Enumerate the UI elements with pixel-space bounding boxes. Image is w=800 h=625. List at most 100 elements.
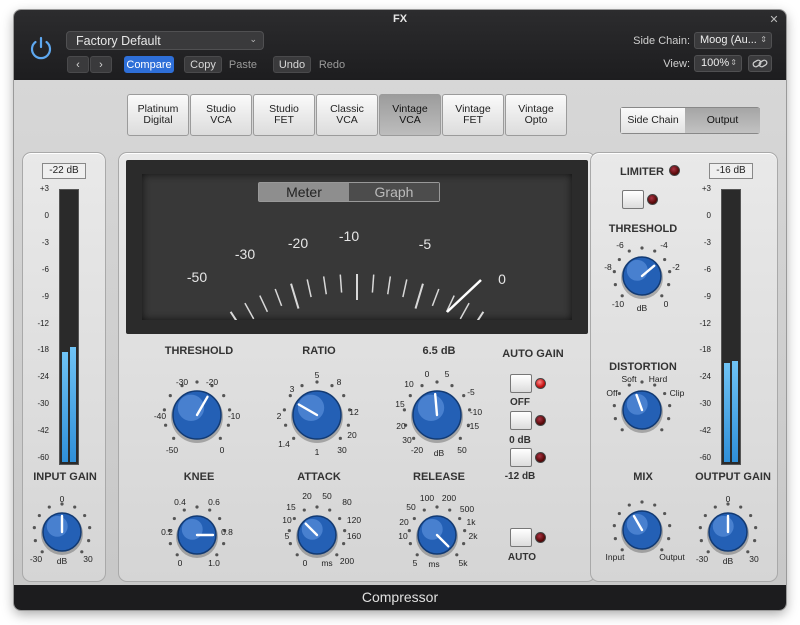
circuit-type-button[interactable]: Studio VCA xyxy=(190,94,252,136)
knob-scale-dot xyxy=(412,516,416,521)
knob-tick-label: Hard xyxy=(649,374,668,384)
knob-scale-dot xyxy=(182,508,186,512)
vu-scale-tick xyxy=(431,288,440,307)
plugin-name: Compressor xyxy=(361,589,439,605)
knob-scale-dot xyxy=(412,436,416,440)
knob-scale-dot xyxy=(73,505,77,509)
sidechain-menu[interactable]: Moog (Au... ⇕ xyxy=(694,32,772,49)
knob-scale-dot xyxy=(458,516,462,521)
release-knob[interactable]: 100 200 50 500 20 1k 10 2k 5 ms 5k xyxy=(372,480,502,590)
input-meter-bar-right xyxy=(70,346,76,462)
meter-scale-tick: 0 xyxy=(44,210,49,220)
knob-scale-dot xyxy=(175,553,179,557)
attack-knob[interactable]: 20 50 80 15 120 10 160 5 200 0 ms xyxy=(252,480,382,590)
redo-button[interactable]: Redo xyxy=(313,56,351,73)
plugin-window: FX ✕ Factory Default ⌄ ‹ › Compare Copy … xyxy=(14,10,786,610)
next-preset-button[interactable]: › xyxy=(90,56,112,73)
input-gain-knob[interactable]: 0 -30 dB 30 xyxy=(14,477,127,587)
knob-scale-dot xyxy=(292,436,296,440)
knob-scale-dot xyxy=(302,508,306,512)
vu-scale-tick xyxy=(459,302,470,320)
limiter-toggle[interactable] xyxy=(622,190,644,209)
knob-tick-label: 200 xyxy=(340,556,354,566)
knob-tick-label: -8 xyxy=(604,262,612,272)
knob-scale-dot xyxy=(222,542,226,546)
link-button[interactable] xyxy=(748,55,772,72)
distortion-knob[interactable]: Soft Hard Off Clip xyxy=(577,355,707,465)
vu-scale-tick xyxy=(229,311,238,320)
knob-scale-dot xyxy=(613,283,617,287)
threshold-label: THRESHOLD xyxy=(164,345,234,357)
knob-scale-dot xyxy=(617,391,621,396)
prev-preset-button[interactable]: ‹ xyxy=(67,56,89,73)
knob-tick-label: 15 xyxy=(395,399,405,409)
knob-tick-label: -2 xyxy=(672,262,680,272)
circuit-type-button[interactable]: Platinum Digital xyxy=(127,94,189,136)
knob-scale-dot xyxy=(168,542,172,546)
undo-button[interactable]: Undo xyxy=(273,56,311,73)
circuit-type-button[interactable]: Vintage FET xyxy=(442,94,504,136)
knob-scale-dot xyxy=(164,423,168,427)
view-menu[interactable]: 100% ⇕ xyxy=(694,55,742,72)
limiter-threshold-knob[interactable]: -6 -4 -8 -2 -10 dB 0 xyxy=(577,221,707,331)
knob-tick-label: -6 xyxy=(616,240,624,250)
makeup-knob[interactable]: 0 5 10 -5 15 -10 20 -15 30-20 dB 50 xyxy=(372,360,502,470)
meter-scale-tick: -18 xyxy=(699,345,711,355)
compare-button[interactable]: Compare xyxy=(124,56,174,73)
circuit-type-button[interactable]: Vintage Opto xyxy=(505,94,567,136)
view-tabs: Side Chain Output xyxy=(620,107,760,134)
knob-scale-dot xyxy=(620,294,624,298)
knob-scale-dot xyxy=(746,550,750,554)
knob-tick-label: ms xyxy=(321,558,332,568)
knob-scale-dot xyxy=(330,383,334,388)
close-button[interactable]: ✕ xyxy=(768,14,780,26)
knob-tick-label: 160 xyxy=(347,531,361,541)
knob-tick-label: 3 xyxy=(290,384,295,394)
ratio-knob[interactable]: 5 8 3 12 2 20 1.4 30 1 xyxy=(252,360,382,470)
knob-scale-dot xyxy=(32,526,36,530)
knob-scale-dot xyxy=(749,513,753,518)
knob-scale-dot xyxy=(408,394,412,398)
preset-menu[interactable]: Factory Default ⌄ xyxy=(66,31,264,50)
knob-scale-dot xyxy=(315,380,319,384)
chevron-updown-icon: ⇕ xyxy=(760,35,767,44)
paste-button[interactable]: Paste xyxy=(224,56,262,73)
auto-gain-off-toggle[interactable] xyxy=(510,374,532,393)
auto-release-toggle[interactable] xyxy=(510,528,532,547)
knob-scale-dot xyxy=(284,423,288,427)
knob-scale-dot xyxy=(620,428,624,432)
knob-scale-dot xyxy=(288,542,292,546)
tab-side-chain[interactable]: Side Chain xyxy=(621,108,685,133)
meter-scale-tick: -24 xyxy=(37,372,49,382)
knob-scale-dot xyxy=(37,513,41,518)
knob-tick-label: Soft xyxy=(621,374,637,384)
knob-tick-label: 5 xyxy=(445,369,450,379)
meter-scale-tick: -42 xyxy=(37,426,49,436)
knob-tick-label: 0 xyxy=(220,445,225,455)
power-icon[interactable] xyxy=(27,34,55,62)
threshold-knob[interactable]: -30 -20 -40 -10 -50 0 xyxy=(132,360,262,470)
link-icon xyxy=(752,59,768,68)
knee-knob[interactable]: 0.4 0.6 0.2 0.8 0 1.0 xyxy=(132,480,262,590)
auto-gain-label: AUTO GAIN xyxy=(502,348,564,360)
knob-tick-label: 1.0 xyxy=(208,558,220,568)
knob-scale-dot xyxy=(342,394,346,398)
circuit-type-button[interactable]: Vintage VCA xyxy=(379,94,441,136)
knob-tick-label: dB xyxy=(434,448,445,458)
copy-button[interactable]: Copy xyxy=(184,56,222,73)
knob-tick-label: 120 xyxy=(347,515,361,525)
knob-scale-dot xyxy=(617,257,621,262)
knob-highlight xyxy=(712,515,734,537)
knob-tick-label: 0.4 xyxy=(174,497,186,507)
knob-tick-label: -50 xyxy=(166,445,179,455)
auto-gain-0db-toggle[interactable] xyxy=(510,411,532,430)
knob-tick-label: 50 xyxy=(406,502,416,512)
knob-scale-dot xyxy=(47,505,51,509)
limiter-toggle-led xyxy=(647,194,658,205)
auto-gain-minus12-toggle[interactable] xyxy=(510,448,532,467)
tab-output[interactable]: Output xyxy=(685,108,760,133)
circuit-type-button[interactable]: Classic VCA xyxy=(316,94,378,136)
circuit-type-button[interactable]: Studio FET xyxy=(253,94,315,136)
knob-scale-dot xyxy=(328,508,332,512)
mix-knob[interactable]: Input Output xyxy=(577,475,707,585)
